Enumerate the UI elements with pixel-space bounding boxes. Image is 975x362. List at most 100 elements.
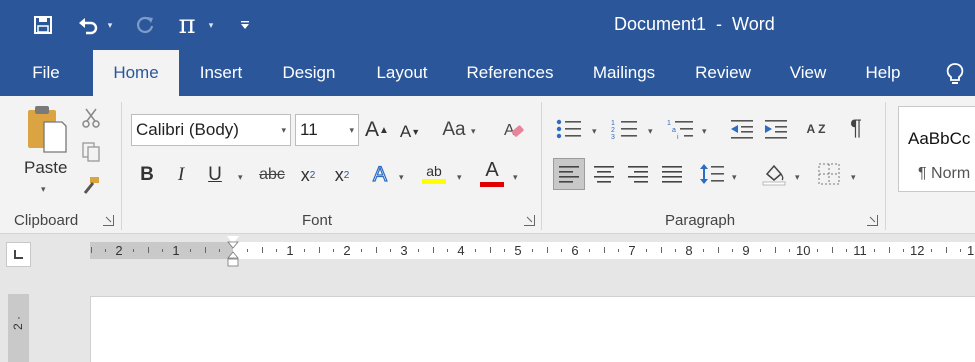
numbering-icon[interactable]: 123 xyxy=(610,116,640,142)
group-divider xyxy=(121,102,122,230)
ruler-tick xyxy=(333,249,334,252)
multilevel-list-icon[interactable]: 1ai xyxy=(666,116,696,142)
ruler-tick xyxy=(760,249,761,252)
tab-layout[interactable]: Layout xyxy=(365,50,439,96)
document-title: Document1 - Word xyxy=(614,14,775,34)
grow-font-icon[interactable]: A ▲ xyxy=(364,116,390,144)
borders-icon[interactable] xyxy=(816,160,842,188)
paragraph-launcher-icon[interactable] xyxy=(867,215,878,226)
pi-dropdown-icon[interactable]: ▾ xyxy=(205,10,217,40)
pi-icon[interactable]: π xyxy=(174,10,200,40)
underline-dropdown-icon[interactable]: ▾ xyxy=(238,172,243,183)
borders-dropdown-icon[interactable]: ▾ xyxy=(851,172,856,183)
tab-design[interactable]: Design xyxy=(272,50,346,96)
save-icon[interactable] xyxy=(30,10,56,40)
font-color-dropdown-icon[interactable]: ▾ xyxy=(513,172,518,183)
format-painter-icon[interactable] xyxy=(80,174,102,198)
sort-icon[interactable]: A Z xyxy=(804,114,828,144)
undo-icon[interactable] xyxy=(74,10,102,40)
ruler-tick xyxy=(718,247,719,253)
line-spacing-dropdown-icon[interactable]: ▾ xyxy=(732,172,737,183)
ruler-tick xyxy=(889,247,890,253)
font-family-combo[interactable]: Calibri (Body) ▾ xyxy=(131,114,291,146)
tab-review[interactable]: Review xyxy=(686,50,760,96)
clipboard-launcher-icon[interactable] xyxy=(103,215,114,226)
ruler-number: 1 xyxy=(172,243,180,258)
text-effects-dropdown-icon[interactable]: ▾ xyxy=(399,172,404,183)
bold-button[interactable]: B xyxy=(136,162,158,188)
superscript-button[interactable]: x2 xyxy=(330,162,354,188)
ruler-tick xyxy=(91,247,92,253)
paste-label[interactable]: Paste xyxy=(24,158,67,178)
ruler-tick xyxy=(433,247,434,253)
ruler-tick xyxy=(262,247,263,253)
undo-dropdown-icon[interactable]: ▾ xyxy=(104,10,116,40)
svg-text:1: 1 xyxy=(667,120,671,127)
paste-dropdown-icon[interactable]: ▾ xyxy=(41,184,46,195)
tab-help[interactable]: Help xyxy=(856,50,910,96)
tab-references[interactable]: References xyxy=(458,50,562,96)
ruler-tick xyxy=(105,249,106,252)
cut-icon[interactable] xyxy=(80,106,102,130)
font-size-combo[interactable]: 11 ▾ xyxy=(295,114,359,146)
tab-mailings[interactable]: Mailings xyxy=(581,50,667,96)
tab-selector-icon[interactable] xyxy=(6,242,31,267)
ruler-number: 2 xyxy=(343,243,351,258)
show-formatting-icon[interactable]: ¶ xyxy=(844,114,868,142)
bullets-icon[interactable] xyxy=(554,116,584,142)
line-spacing-icon[interactable] xyxy=(698,160,726,188)
tab-view[interactable]: View xyxy=(779,50,837,96)
decrease-indent-icon[interactable] xyxy=(728,116,756,142)
ruler-tick xyxy=(903,249,904,252)
paste-icon[interactable] xyxy=(24,104,68,154)
align-left-button[interactable] xyxy=(553,158,585,190)
chevron-down-icon[interactable]: ▾ xyxy=(349,115,354,145)
font-color-icon[interactable]: A xyxy=(478,158,506,188)
text-effects-icon[interactable]: A xyxy=(368,162,392,188)
numbering-dropdown-icon[interactable]: ▾ xyxy=(648,126,653,137)
hanging-indent-marker[interactable] xyxy=(227,241,239,267)
ruler-tick xyxy=(832,247,833,253)
change-case-dropdown-icon[interactable]: ▾ xyxy=(471,126,476,137)
horizontal-ruler[interactable]: 2112345678910111213 xyxy=(90,242,975,259)
highlight-icon[interactable]: ab xyxy=(420,158,448,188)
clipboard-group-label: Clipboard xyxy=(14,212,79,229)
ruler-tick xyxy=(205,247,206,253)
ruler-tick xyxy=(162,249,163,252)
change-case-icon[interactable]: Aa xyxy=(440,116,468,144)
tab-file[interactable]: File xyxy=(18,50,74,96)
increase-indent-icon[interactable] xyxy=(762,116,790,142)
subscript-button[interactable]: x2 xyxy=(296,162,320,188)
customize-qat-icon[interactable] xyxy=(237,10,253,40)
italic-button[interactable]: I xyxy=(170,162,192,188)
redo-icon[interactable] xyxy=(132,10,158,40)
font-launcher-icon[interactable] xyxy=(524,215,535,226)
font-color-bar xyxy=(480,182,504,187)
lightbulb-icon[interactable] xyxy=(940,50,970,96)
clear-formatting-icon[interactable]: A xyxy=(500,116,528,144)
align-center-button[interactable] xyxy=(588,158,620,190)
font-family-value: Calibri (Body) xyxy=(136,120,239,139)
chevron-down-icon[interactable]: ▾ xyxy=(281,115,286,145)
document-page[interactable] xyxy=(90,296,975,362)
multilevel-dropdown-icon[interactable]: ▾ xyxy=(702,126,707,137)
shrink-font-icon[interactable]: A ▼ xyxy=(398,120,422,144)
ruler-tick xyxy=(490,247,491,253)
ruler-tick xyxy=(846,249,847,252)
copy-icon[interactable] xyxy=(80,140,102,164)
align-right-button[interactable] xyxy=(622,158,654,190)
underline-button[interactable]: U xyxy=(204,162,226,188)
tab-insert[interactable]: Insert xyxy=(189,50,253,96)
ruler-area: 2112345678910111213 xyxy=(0,234,975,274)
ruler-tick xyxy=(675,249,676,252)
justify-button[interactable] xyxy=(656,158,688,190)
style-normal[interactable]: AaBbCc ¶ Norm xyxy=(898,106,975,192)
shading-icon[interactable] xyxy=(760,160,788,188)
bullets-dropdown-icon[interactable]: ▾ xyxy=(592,126,597,137)
ruler-tick xyxy=(703,249,704,252)
tab-home[interactable]: Home xyxy=(93,50,179,96)
vertical-ruler[interactable]: 2 · xyxy=(8,294,29,362)
shading-dropdown-icon[interactable]: ▾ xyxy=(795,172,800,183)
highlight-dropdown-icon[interactable]: ▾ xyxy=(457,172,462,183)
strikethrough-button[interactable]: abc xyxy=(256,162,288,188)
